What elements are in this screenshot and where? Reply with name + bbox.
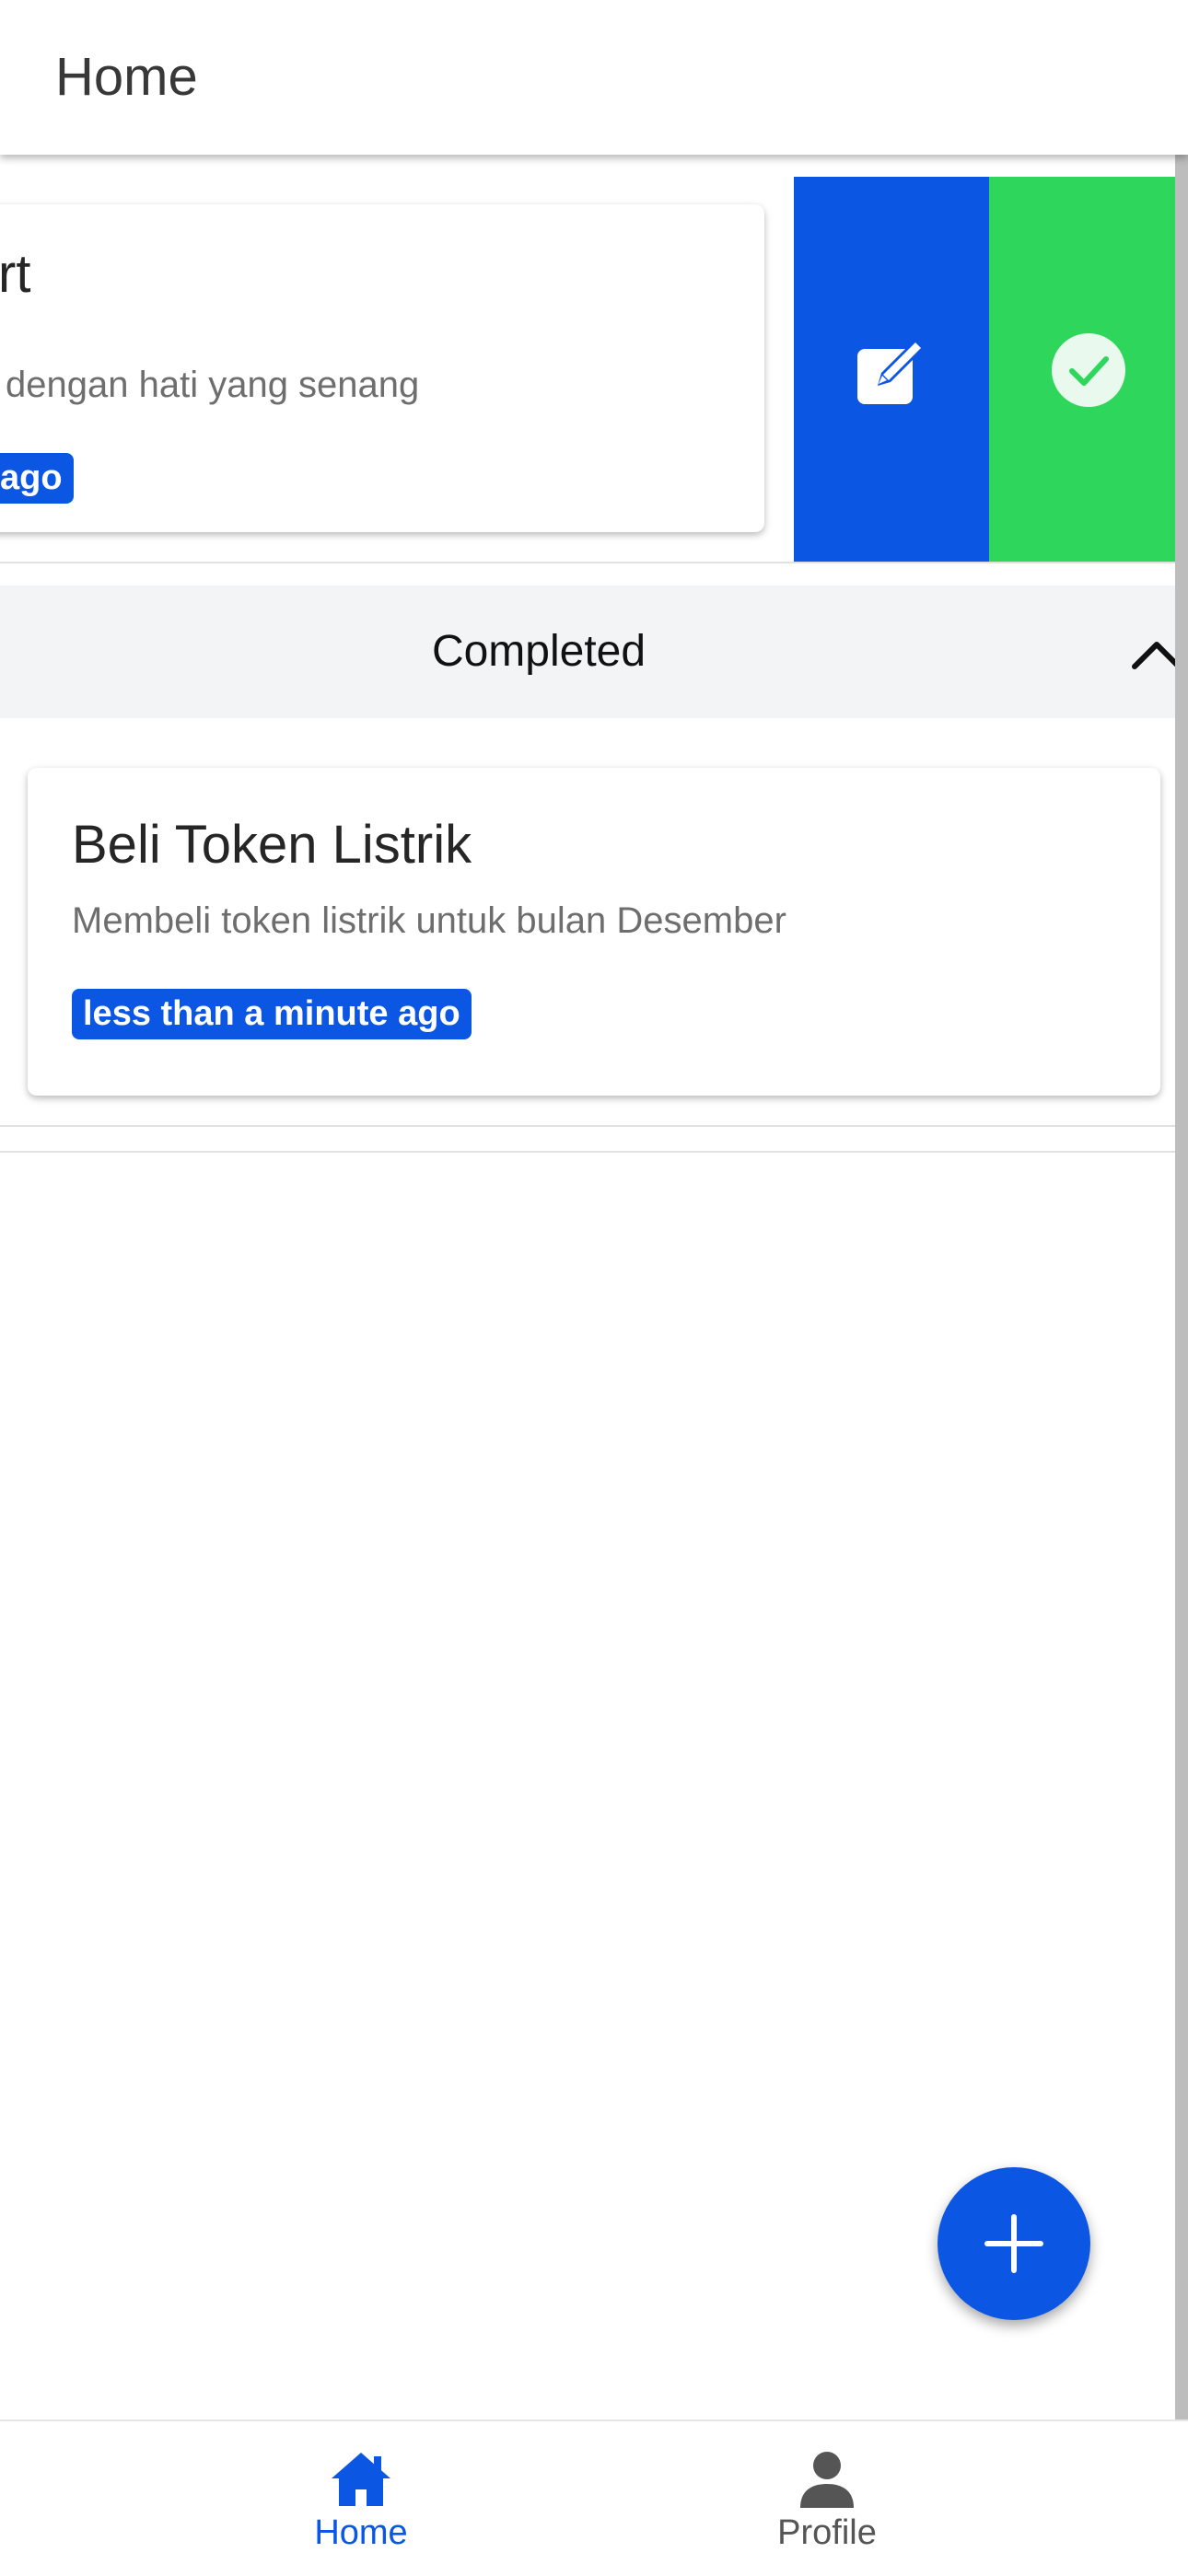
task-title: rt	[0, 244, 31, 304]
person-icon	[800, 2452, 854, 2508]
nav-item-home[interactable]: Home	[223, 2421, 499, 2576]
page-title: Home	[55, 47, 198, 107]
check-circle-icon	[1052, 333, 1125, 407]
task-time-badge: less than a minute ago	[72, 989, 472, 1039]
divider	[0, 1125, 1188, 1127]
complete-button[interactable]	[989, 177, 1188, 563]
nav-label: Home	[314, 2513, 408, 2552]
edit-button[interactable]	[794, 177, 989, 563]
app-header: Home	[0, 0, 1188, 155]
nav-item-profile[interactable]: Profile	[689, 2421, 965, 2576]
divider	[0, 1151, 1188, 1153]
divider	[0, 562, 1188, 563]
nav-label: Profile	[777, 2513, 877, 2552]
bottom-navigation: Home Profile	[0, 2419, 1188, 2576]
task-card[interactable]: rt dengan hati yang senang ago	[0, 204, 764, 532]
edit-icon	[857, 340, 924, 404]
task-swipe-row[interactable]: rt dengan hati yang senang ago	[0, 177, 1188, 563]
task-description: dengan hati yang senang	[6, 365, 420, 405]
task-time-badge: ago	[0, 453, 74, 504]
home-icon	[332, 2453, 390, 2506]
scrollbar[interactable]	[1175, 155, 1188, 2419]
completed-task-card[interactable]: Beli Token Listrik Membeli token listrik…	[28, 768, 1160, 1096]
task-title: Beli Token Listrik	[72, 815, 472, 875]
task-description: Membeli token listrik untuk bulan Desemb…	[72, 900, 786, 941]
section-title: Completed	[431, 627, 646, 676]
add-task-button[interactable]	[938, 2167, 1090, 2320]
plus-icon	[984, 2214, 1043, 2273]
completed-section-header[interactable]: Completed	[0, 586, 1188, 718]
